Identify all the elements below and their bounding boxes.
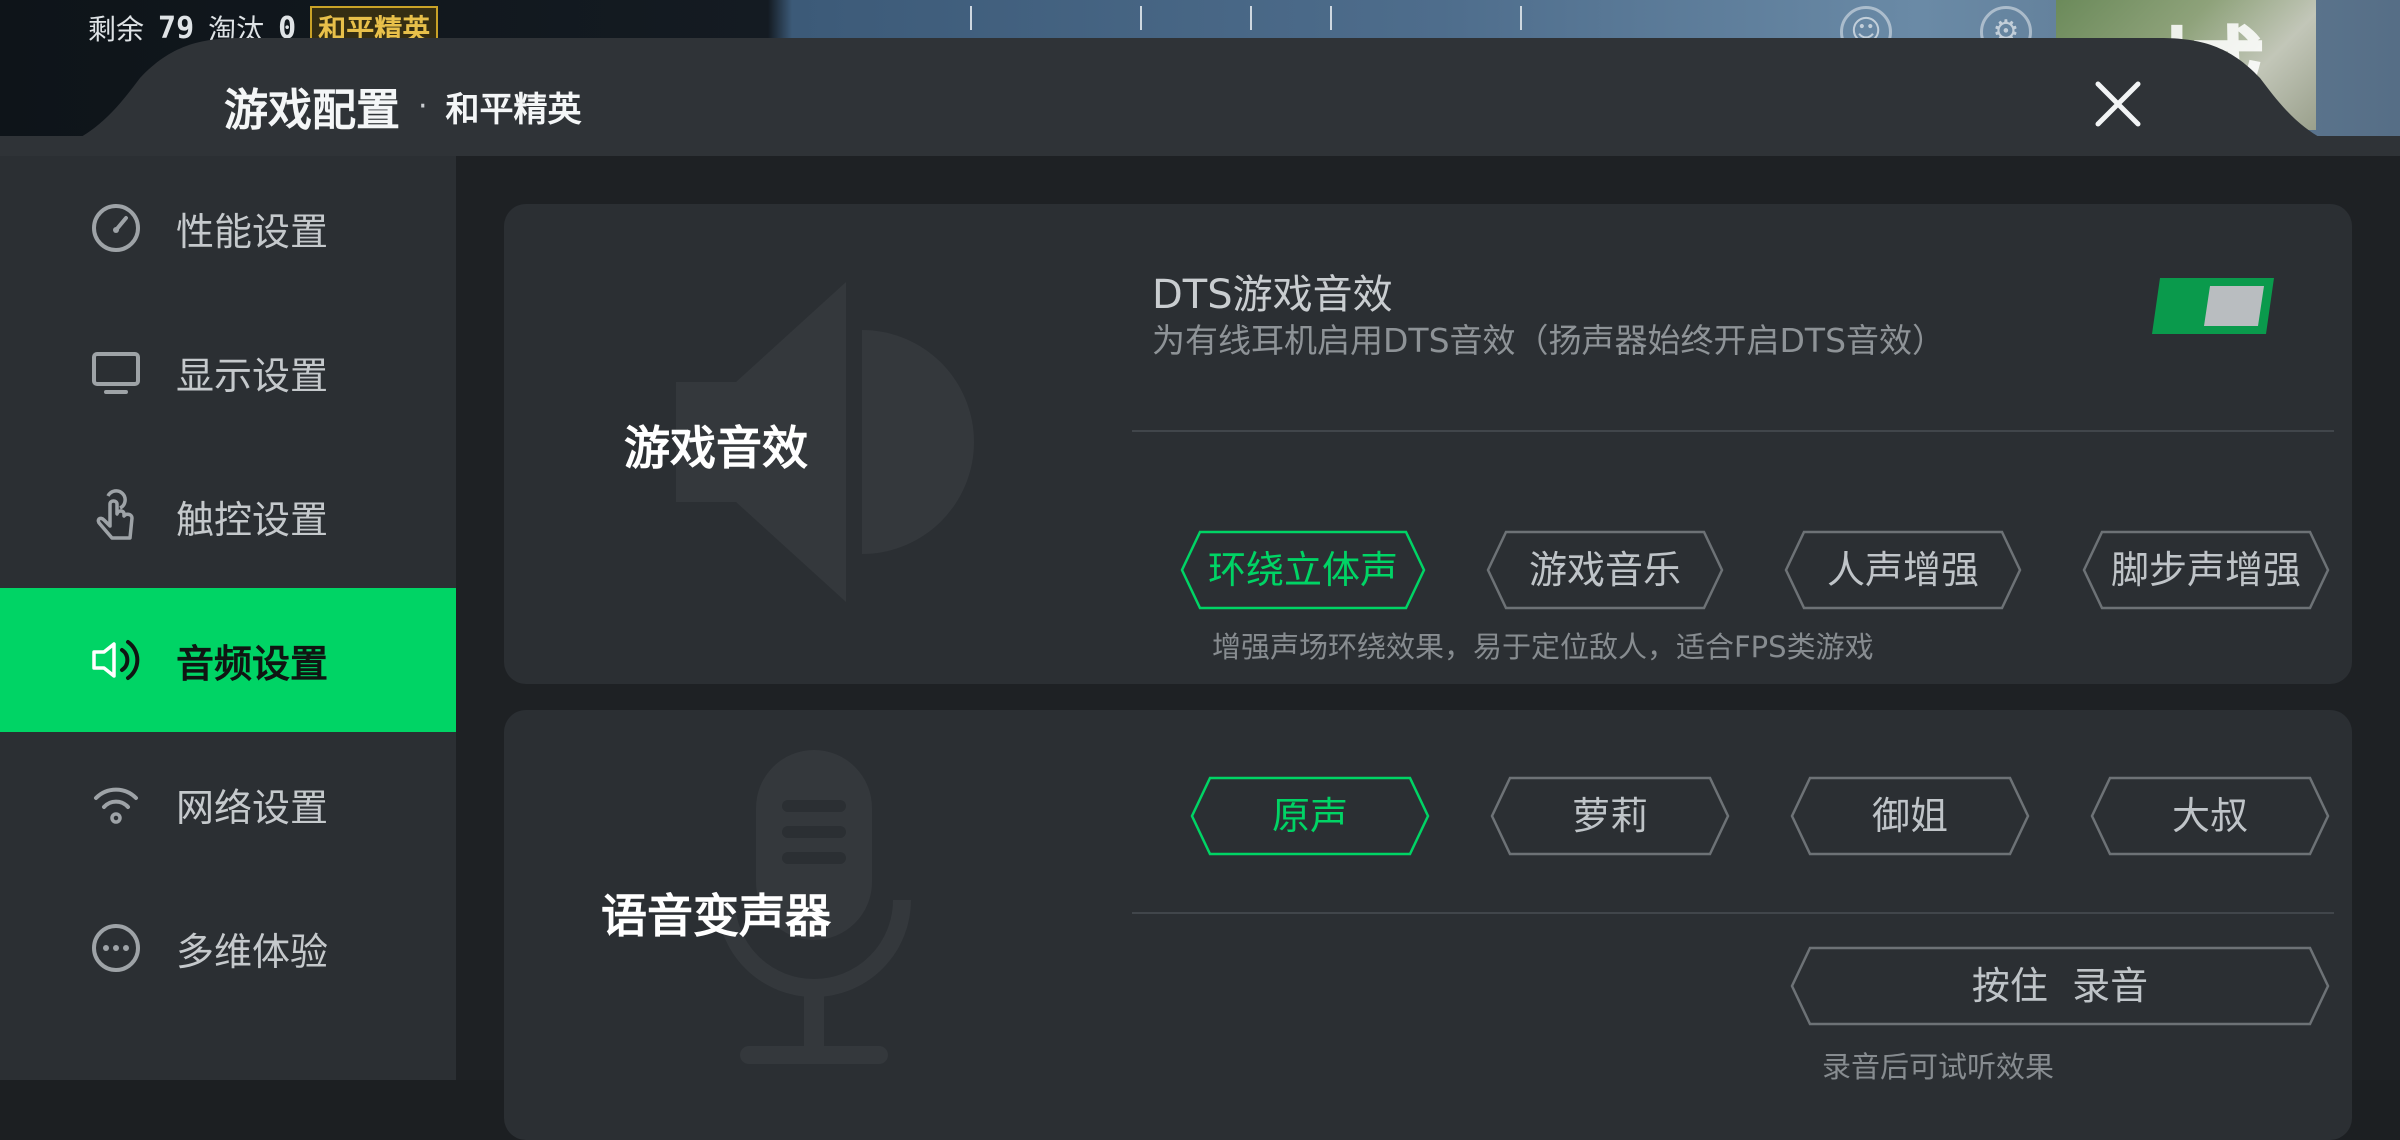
option-label: 原声 — [1271, 794, 1348, 838]
sidebar-item-performance[interactable]: 性能设置 — [0, 156, 456, 300]
dts-description: 为有线耳机启用DTS音效（扬声器始终开启DTS音效） — [1152, 321, 1946, 360]
sidebar-item-label: 性能设置 — [176, 209, 329, 254]
option-label: 人声增强 — [1826, 548, 1979, 592]
option-hint: 增强声场环绕效果，易于定位敌人，适合FPS类游戏 — [1212, 630, 1874, 664]
divider — [1132, 430, 2334, 432]
game-name: 和平精英 — [445, 89, 582, 130]
monitor-icon — [88, 344, 144, 400]
sidebar-item-network[interactable]: 网络设置 — [0, 732, 456, 876]
voice-option-loli[interactable]: 萝莉 — [1490, 776, 1730, 856]
speaker-icon — [88, 632, 144, 688]
voice-changer-card: 语音变声器 原声 萝莉 御姐 大叔 按住 录音 录音后可试听效果 — [504, 710, 2352, 1140]
sound-option-surround[interactable]: 环绕立体声 — [1180, 530, 1426, 610]
sidebar-item-label: 网络设置 — [176, 785, 329, 830]
option-label: 脚步声增强 — [2110, 548, 2301, 592]
option-label: 环绕立体声 — [1207, 548, 1398, 592]
option-label: 萝莉 — [1571, 794, 1648, 838]
panel-title-text: 游戏配置 — [224, 85, 400, 136]
panel-header: 游戏配置 · 和平精英 — [0, 38, 2400, 156]
hold-to-record-button[interactable]: 按住 录音 — [1790, 946, 2330, 1026]
record-button-label: 按住 录音 — [1971, 964, 2149, 1008]
sidebar-item-label: 显示设置 — [176, 353, 329, 398]
close-button[interactable] — [2086, 72, 2150, 136]
sidebar-item-multidimensional[interactable]: 多维体验 — [0, 876, 456, 1020]
close-icon — [2095, 81, 2141, 127]
touch-icon — [88, 488, 144, 544]
game-sound-title: 游戏音效 — [624, 421, 808, 475]
sound-option-music[interactable]: 游戏音乐 — [1486, 530, 1724, 610]
sidebar-item-display[interactable]: 显示设置 — [0, 300, 456, 444]
sidebar-item-label: 触控设置 — [176, 497, 329, 542]
divider — [1132, 912, 2334, 914]
option-label: 大叔 — [2171, 794, 2248, 838]
voice-changer-title: 语音变声器 — [601, 889, 831, 943]
gauge-icon — [88, 200, 144, 256]
option-label: 游戏音乐 — [1528, 548, 1681, 592]
settings-sidebar: 性能设置 显示设置 触控设置 音频设置 网络设置 多维体验 — [0, 156, 456, 1080]
title-separator: · — [418, 88, 428, 124]
voice-option-uncle[interactable]: 大叔 — [2090, 776, 2330, 856]
sidebar-item-audio[interactable]: 音频设置 — [0, 588, 456, 732]
settings-content: 游戏音效 DTS游戏音效 为有线耳机启用DTS音效（扬声器始终开启DTS音效） … — [456, 156, 2400, 1140]
wifi-icon — [88, 776, 144, 832]
compass-bar — [800, 0, 1800, 40]
dts-toggle[interactable] — [2152, 278, 2274, 334]
panel-title: 游戏配置 · 和平精英 — [224, 74, 582, 138]
voice-option-lady[interactable]: 御姐 — [1790, 776, 2030, 856]
sidebar-item-label: 音频设置 — [176, 641, 329, 686]
voice-option-original[interactable]: 原声 — [1190, 776, 1430, 856]
option-label: 御姐 — [1871, 794, 1948, 838]
sound-option-voice[interactable]: 人声增强 — [1784, 530, 2022, 610]
sound-option-footsteps[interactable]: 脚步声增强 — [2082, 530, 2330, 610]
dts-title: DTS游戏音效 — [1152, 272, 1393, 318]
sidebar-item-label: 多维体验 — [176, 929, 329, 974]
more-icon — [88, 920, 144, 976]
game-sound-card: 游戏音效 DTS游戏音效 为有线耳机启用DTS音效（扬声器始终开启DTS音效） … — [504, 204, 2352, 684]
sidebar-item-touch[interactable]: 触控设置 — [0, 444, 456, 588]
